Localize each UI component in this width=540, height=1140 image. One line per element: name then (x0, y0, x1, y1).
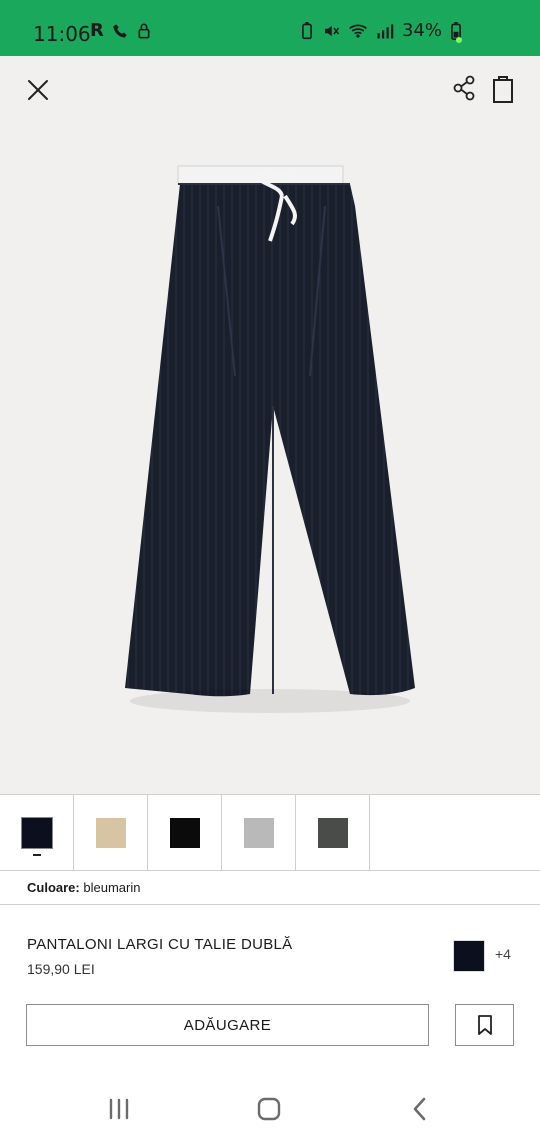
more-colors-count[interactable]: +4 (495, 946, 511, 962)
add-to-cart-label: ADĂUGARE (183, 1016, 272, 1034)
close-icon[interactable] (24, 76, 52, 104)
product-hero (0, 56, 540, 794)
bookmark-icon (477, 1015, 492, 1035)
swatch-kaki[interactable] (317, 817, 348, 848)
bookmark-button[interactable] (455, 1004, 514, 1046)
wifi-icon (349, 24, 367, 38)
status-time: 11:06 (33, 22, 91, 46)
swatch-bej[interactable] (95, 817, 126, 848)
mute-icon (324, 25, 340, 36)
color-swatches (0, 794, 540, 871)
phone-icon (113, 23, 127, 38)
signal-icon (377, 23, 394, 38)
selected-color-line: Culoare: bleumarin (27, 880, 140, 895)
battery-percent: 34% (401, 20, 442, 41)
r-icon: R (90, 20, 104, 41)
back-icon[interactable] (405, 1094, 435, 1124)
swatch-cell[interactable] (148, 795, 222, 870)
divider (0, 904, 540, 905)
swatch-cell[interactable] (74, 795, 148, 870)
status-right-icons: 34% (300, 20, 462, 41)
android-nav-bar (0, 1070, 540, 1140)
swatch-bleumarin[interactable] (20, 816, 53, 849)
product-price: 159,90 LEI (27, 961, 95, 977)
battery-saver-icon (302, 21, 312, 39)
top-actions (0, 56, 540, 120)
swatch-negru[interactable] (169, 817, 200, 848)
status-left-icons: R (90, 20, 152, 41)
status-dot (456, 37, 462, 43)
mini-swatch[interactable] (453, 940, 485, 972)
recent-apps-icon[interactable] (104, 1094, 134, 1124)
color-label: Culoare: (27, 880, 80, 895)
home-icon[interactable] (254, 1094, 284, 1124)
shopping-bag-icon[interactable] (488, 72, 518, 104)
color-value: bleumarin (83, 880, 141, 895)
wide-leg-trousers-icon (125, 165, 415, 713)
selected-indicator (33, 854, 41, 856)
share-icon[interactable] (450, 74, 478, 102)
swatch-cell[interactable] (0, 795, 74, 870)
status-bar: 11:06 R 34% (0, 0, 540, 56)
swatch-cell[interactable] (222, 795, 296, 870)
lock-icon (138, 23, 150, 38)
swatch-gri[interactable] (243, 817, 274, 848)
swatch-cell[interactable] (296, 795, 370, 870)
add-to-cart-button[interactable]: ADĂUGARE (26, 1004, 429, 1046)
product-title: PANTALONI LARGI CU TALIE DUBLĂ (27, 936, 293, 953)
